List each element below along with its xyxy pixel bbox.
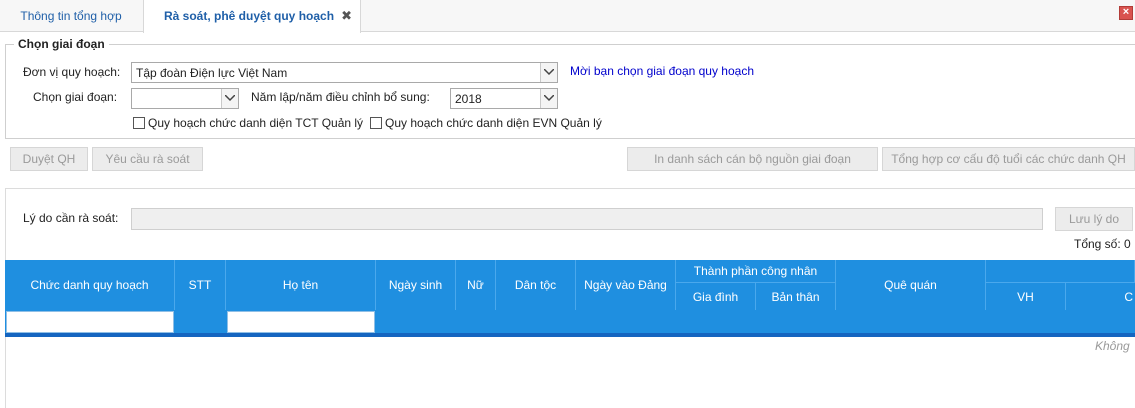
col-ban-than[interactable]: Bản thân bbox=[756, 282, 836, 310]
tong-hop-co-cau-button[interactable]: Tổng hợp cơ cấu độ tuổi các chức danh QH bbox=[882, 147, 1135, 171]
nam-select[interactable]: 2018 bbox=[450, 88, 558, 109]
don-vi-select[interactable]: Tập đoàn Điện lực Việt Nam bbox=[131, 62, 558, 83]
grid-header-bottom-border bbox=[5, 333, 1135, 337]
no-data-text: Không bbox=[1095, 339, 1130, 353]
col-c[interactable]: C bbox=[1066, 282, 1135, 310]
col-nu[interactable]: Nữ bbox=[456, 260, 496, 310]
chevron-down-icon[interactable] bbox=[540, 63, 557, 82]
filter-chuc-danh-input[interactable] bbox=[6, 311, 174, 333]
evn-checkbox-label: Quy hoạch chức danh diện EVN Quản lý bbox=[385, 116, 602, 130]
col-ngay-vao-dang[interactable]: Ngày vào Đảng bbox=[576, 260, 676, 310]
giai-doan-label: Chọn giai đoạn: bbox=[33, 90, 118, 104]
don-vi-label: Đơn vị quy hoạch: bbox=[23, 65, 121, 79]
giai-doan-select[interactable] bbox=[131, 88, 239, 109]
col-dan-toc[interactable]: Dân tộc bbox=[496, 260, 576, 310]
nam-label: Năm lập/năm điều chỉnh bổ sung: bbox=[251, 90, 430, 104]
chevron-down-icon[interactable] bbox=[540, 89, 557, 108]
col-gia-dinh[interactable]: Gia đình bbox=[676, 282, 756, 310]
tab-close-icon[interactable]: ✖ bbox=[341, 0, 352, 32]
window-close-icon[interactable]: × bbox=[1119, 6, 1133, 20]
tab-label: Rà soát, phê duyệt quy hoạch bbox=[164, 9, 335, 23]
yeu-cau-ra-soat-button[interactable]: Yêu cầu rà soát bbox=[92, 147, 203, 171]
duyet-qh-button[interactable]: Duyệt QH bbox=[10, 147, 88, 171]
reason-label: Lý do cần rà soát: bbox=[23, 211, 119, 225]
col-que-quan[interactable]: Quê quán bbox=[836, 260, 986, 310]
don-vi-value: Tập đoàn Điện lực Việt Nam bbox=[136, 66, 288, 80]
fieldset-legend: Chọn giai đoạn bbox=[14, 37, 109, 51]
evn-checkbox[interactable] bbox=[370, 117, 382, 129]
chevron-down-icon[interactable] bbox=[221, 89, 238, 108]
col-ho-ten[interactable]: Họ tên bbox=[226, 260, 376, 310]
col-group-header bbox=[986, 260, 1135, 282]
reason-input[interactable] bbox=[131, 208, 1043, 230]
col-stt[interactable]: STT bbox=[175, 260, 226, 310]
tab-ra-soat-phe-duyet[interactable]: Rà soát, phê duyệt quy hoạch ✖ bbox=[143, 0, 361, 33]
in-danh-sach-button[interactable]: In danh sách cán bộ nguồn giai đoạn bbox=[627, 147, 878, 171]
section-divider bbox=[5, 188, 1135, 189]
col-chuc-danh[interactable]: Chức danh quy hoạch bbox=[5, 260, 175, 310]
total-count: Tổng số: 0 bbox=[1074, 237, 1131, 251]
col-ngay-sinh[interactable]: Ngày sinh bbox=[376, 260, 456, 310]
hint-text: Mời bạn chọn giai đoạn quy hoạch bbox=[570, 64, 754, 78]
tab-thong-tin-tong-hop[interactable]: Thông tin tổng hợp bbox=[0, 0, 142, 32]
tct-checkbox-label: Quy hoạch chức danh diện TCT Quản lý bbox=[148, 116, 364, 130]
nam-value: 2018 bbox=[455, 92, 482, 106]
col-thanh-phan[interactable]: Thành phần công nhân bbox=[676, 260, 836, 282]
filter-ho-ten-input[interactable] bbox=[227, 311, 375, 333]
tct-checkbox[interactable] bbox=[133, 117, 145, 129]
save-reason-button[interactable]: Lưu lý do bbox=[1055, 207, 1133, 231]
col-vh[interactable]: VH bbox=[986, 282, 1066, 310]
